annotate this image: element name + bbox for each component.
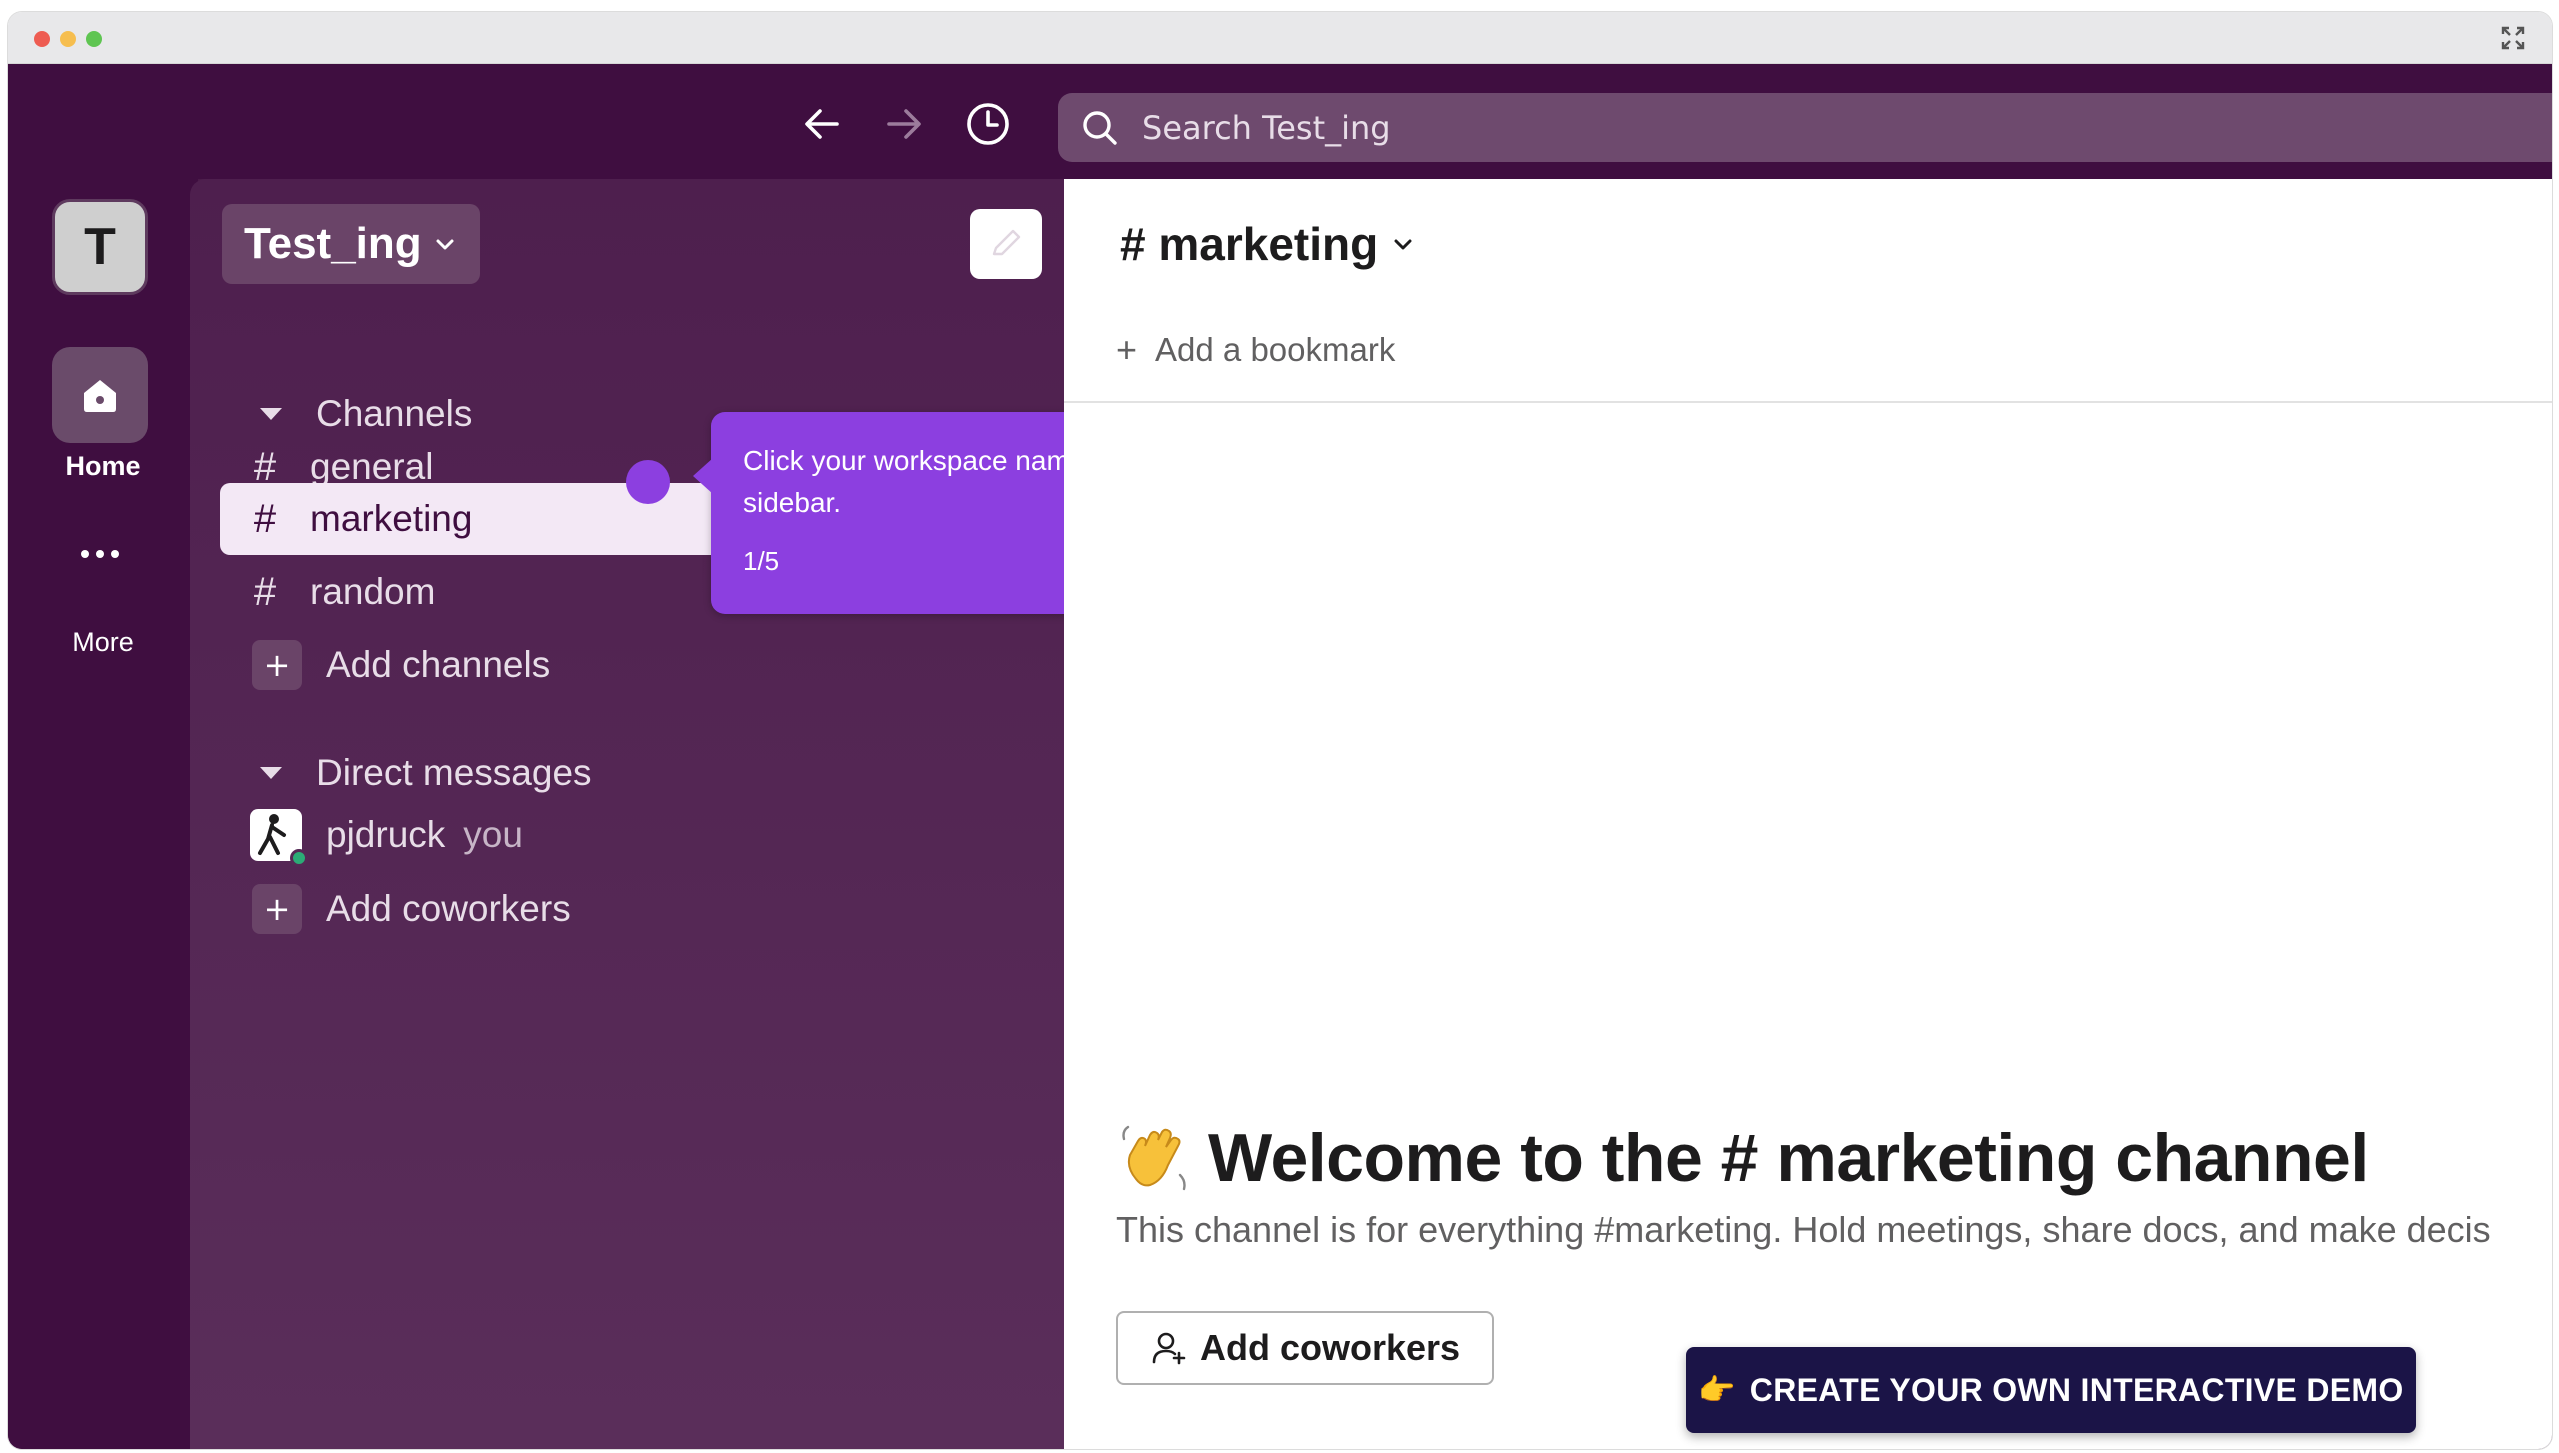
channels-header-label: Channels [316, 393, 473, 434]
workspace-name: Test_ing [244, 219, 422, 268]
app-window: Search Test_ing T Home More Test_ing Cha… [8, 12, 2552, 1449]
add-coworkers-label: Add coworkers [326, 888, 571, 929]
window-close-button[interactable] [34, 31, 50, 47]
header-divider [1064, 401, 2552, 403]
forward-button[interactable] [878, 98, 930, 150]
channel-title-button[interactable]: # marketing [1120, 217, 1416, 271]
chevron-down-icon [1394, 239, 1412, 250]
window-maximize-button[interactable] [86, 31, 102, 47]
hash-icon: # [253, 569, 277, 614]
presence-indicator [290, 849, 308, 867]
sidebar-item-label: marketing [310, 498, 473, 539]
arrow-left-icon [805, 109, 839, 139]
clock-icon [967, 103, 1009, 145]
avatar [250, 809, 308, 867]
add-bookmark-button[interactable]: + Add a bookmark [1116, 329, 1395, 371]
add-channels-label: Add channels [326, 644, 551, 685]
channel-view: # marketing + Add a bookmark Welcome to … [1064, 179, 2552, 1449]
arrow-right-icon [887, 109, 921, 139]
welcome-heading: Welcome to the # marketing channel [1116, 1119, 2369, 1197]
channels-section-header[interactable]: Channels [260, 393, 472, 435]
home-label[interactable]: Home [8, 451, 198, 482]
dot-icon [81, 550, 89, 558]
plus-icon: + [1116, 329, 1138, 370]
chevron-down-icon [436, 239, 454, 250]
workspace-rail: T Home More [8, 179, 198, 1449]
sidebar-item-label: random [310, 571, 436, 612]
caret-down-icon [260, 408, 282, 420]
sidebar-item-label: general [310, 446, 434, 487]
workspace-name-button[interactable]: Test_ing [222, 204, 480, 284]
add-coworkers-button[interactable]: Add coworkers [1116, 1311, 1495, 1385]
workspace-avatar[interactable]: T [52, 199, 148, 295]
expand-icon[interactable] [2500, 25, 2526, 51]
compose-icon [992, 229, 1021, 256]
welcome-title: Welcome to the # marketing channel [1208, 1120, 2369, 1196]
add-coworkers-button-label: Add coworkers [1200, 1327, 1461, 1368]
home-button[interactable] [52, 347, 148, 443]
slack-app: Search Test_ing T Home More Test_ing Cha… [8, 64, 2552, 1449]
hash-icon: # [253, 496, 277, 541]
tour-hotspot[interactable] [626, 460, 670, 504]
search-input[interactable]: Search Test_ing [1058, 93, 2552, 162]
compose-button[interactable] [970, 209, 1042, 279]
dm-username: pjdruck [326, 814, 446, 855]
more-label[interactable]: More [8, 627, 198, 658]
waving-hand-icon [1122, 1125, 1186, 1191]
top-bar: Search Test_ing [8, 64, 2552, 179]
add-bookmark-label: Add a bookmark [1155, 331, 1396, 368]
add-coworkers-sidebar-button[interactable]: + Add coworkers [220, 873, 1044, 945]
pointing-hand-icon: 👉 [1698, 1372, 1736, 1408]
search-icon [1083, 110, 1117, 145]
home-icon [84, 380, 116, 412]
history-button[interactable] [962, 98, 1014, 150]
plus-icon: + [252, 884, 302, 934]
back-button[interactable] [796, 98, 848, 150]
caret-down-icon [260, 767, 282, 779]
window-minimize-button[interactable] [60, 31, 76, 47]
dm-item-pjdruck[interactable]: pjdruck you [220, 799, 1044, 871]
channel-description: This channel is for everything #marketin… [1116, 1209, 2491, 1250]
dot-icon [111, 550, 119, 558]
window-titlebar [8, 12, 2552, 64]
dot-icon [96, 550, 104, 558]
search-placeholder: Search Test_ing [1142, 108, 1391, 147]
create-demo-button[interactable]: 👉 CREATE YOUR OWN INTERACTIVE DEMO [1686, 1347, 2416, 1433]
dm-header-label: Direct messages [316, 752, 592, 793]
add-user-icon [1152, 1332, 1186, 1365]
channel-sidebar: Test_ing Channels # general # marketing … [190, 179, 1211, 1449]
more-button[interactable] [52, 524, 148, 584]
add-channels-button[interactable]: + Add channels [220, 629, 1044, 701]
plus-icon: + [252, 640, 302, 690]
you-label: you [463, 814, 523, 855]
dm-section-header[interactable]: Direct messages [260, 752, 592, 794]
create-demo-label: CREATE YOUR OWN INTERACTIVE DEMO [1749, 1371, 2404, 1408]
channel-title: # marketing [1120, 218, 1379, 270]
tooltip-arrow [693, 458, 713, 494]
